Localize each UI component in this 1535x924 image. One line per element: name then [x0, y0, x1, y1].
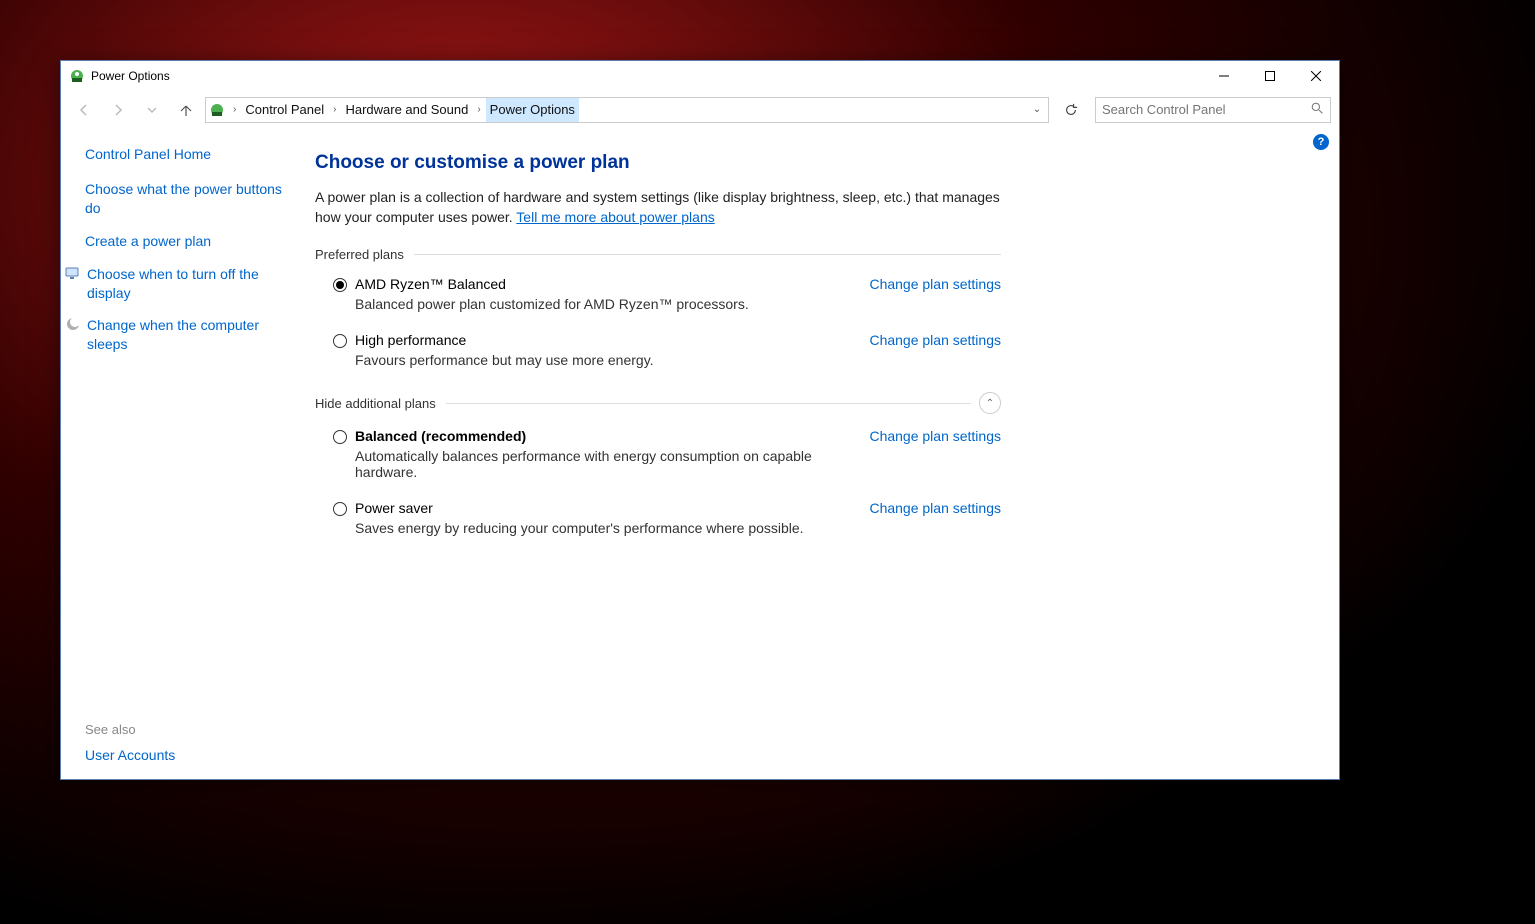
tell-me-more-link[interactable]: Tell me more about power plans: [516, 209, 714, 225]
address-icon: [206, 102, 228, 118]
sidebar-link-create-plan[interactable]: Create a power plan: [85, 232, 291, 251]
change-plan-settings-link[interactable]: Change plan settings: [869, 428, 1001, 480]
chevron-right-icon[interactable]: ›: [328, 104, 341, 115]
window-title: Power Options: [91, 69, 1201, 83]
search-input[interactable]: [1102, 102, 1311, 117]
body: ? Control Panel Home Choose what the pow…: [61, 128, 1339, 779]
plan-high-performance: High performance Favours performance but…: [315, 328, 1001, 384]
radio-power-saver[interactable]: [333, 502, 347, 516]
plan-desc: Automatically balances performance with …: [355, 448, 845, 480]
plan-title: High performance: [355, 332, 845, 348]
chevron-right-icon[interactable]: ›: [228, 104, 241, 115]
plan-amd-balanced: AMD Ryzen™ Balanced Balanced power plan …: [315, 272, 1001, 328]
close-button[interactable]: [1293, 61, 1339, 91]
main-content: Choose or customise a power plan A power…: [301, 128, 1041, 779]
sidebar: Control Panel Home Choose what the power…: [61, 128, 301, 779]
address-dropdown[interactable]: ⌄: [1026, 104, 1048, 115]
window: Power Options › Control Panel › Hardware…: [60, 60, 1340, 780]
up-button[interactable]: [171, 96, 201, 124]
forward-button[interactable]: [103, 96, 133, 124]
back-button[interactable]: [69, 96, 99, 124]
additional-plans-toggle[interactable]: Hide additional plans ⌃: [315, 392, 1001, 414]
sidebar-link-sleep[interactable]: Change when the computer sleeps: [85, 316, 291, 354]
chevron-up-icon: ⌃: [979, 392, 1001, 414]
change-plan-settings-link[interactable]: Change plan settings: [869, 276, 1001, 312]
change-plan-settings-link[interactable]: Change plan settings: [869, 500, 1001, 536]
radio-balanced[interactable]: [333, 430, 347, 444]
search-icon: [1311, 102, 1324, 118]
preferred-plans-label: Preferred plans: [315, 247, 1001, 262]
moon-icon: [65, 316, 81, 337]
sidebar-link-display-off[interactable]: Choose when to turn off the display: [85, 265, 291, 303]
see-also-label: See also: [85, 722, 291, 737]
sidebar-user-accounts-link[interactable]: User Accounts: [85, 747, 291, 763]
plan-title: AMD Ryzen™ Balanced: [355, 276, 845, 292]
plan-desc: Balanced power plan customized for AMD R…: [355, 296, 845, 312]
address-bar[interactable]: › Control Panel › Hardware and Sound › P…: [205, 97, 1049, 123]
display-icon: [65, 265, 81, 286]
refresh-button[interactable]: [1057, 97, 1085, 123]
plan-desc: Favours performance but may use more ene…: [355, 352, 845, 368]
breadcrumb-control-panel[interactable]: Control Panel: [241, 98, 328, 122]
help-icon[interactable]: ?: [1313, 134, 1329, 150]
radio-amd-balanced[interactable]: [333, 278, 347, 292]
plan-power-saver: Power saver Saves energy by reducing you…: [315, 496, 1001, 552]
power-options-icon: [69, 68, 85, 84]
sidebar-link-power-buttons[interactable]: Choose what the power buttons do: [85, 180, 291, 218]
breadcrumb-power-options[interactable]: Power Options: [486, 98, 579, 122]
search-box[interactable]: [1095, 97, 1331, 123]
sidebar-home-link[interactable]: Control Panel Home: [85, 146, 291, 162]
intro-text: A power plan is a collection of hardware…: [315, 188, 1001, 227]
breadcrumb-hardware-sound[interactable]: Hardware and Sound: [341, 98, 472, 122]
page-heading: Choose or customise a power plan: [315, 152, 1001, 174]
titlebar: Power Options: [61, 61, 1339, 91]
change-plan-settings-link[interactable]: Change plan settings: [869, 332, 1001, 368]
navbar: › Control Panel › Hardware and Sound › P…: [61, 91, 1339, 128]
minimize-button[interactable]: [1201, 61, 1247, 91]
plan-desc: Saves energy by reducing your computer's…: [355, 520, 845, 536]
plan-balanced: Balanced (recommended) Automatically bal…: [315, 424, 1001, 496]
recent-dropdown[interactable]: [137, 96, 167, 124]
plan-title: Balanced (recommended): [355, 428, 845, 444]
radio-high-performance[interactable]: [333, 334, 347, 348]
plan-title: Power saver: [355, 500, 845, 516]
chevron-right-icon[interactable]: ›: [472, 104, 485, 115]
maximize-button[interactable]: [1247, 61, 1293, 91]
